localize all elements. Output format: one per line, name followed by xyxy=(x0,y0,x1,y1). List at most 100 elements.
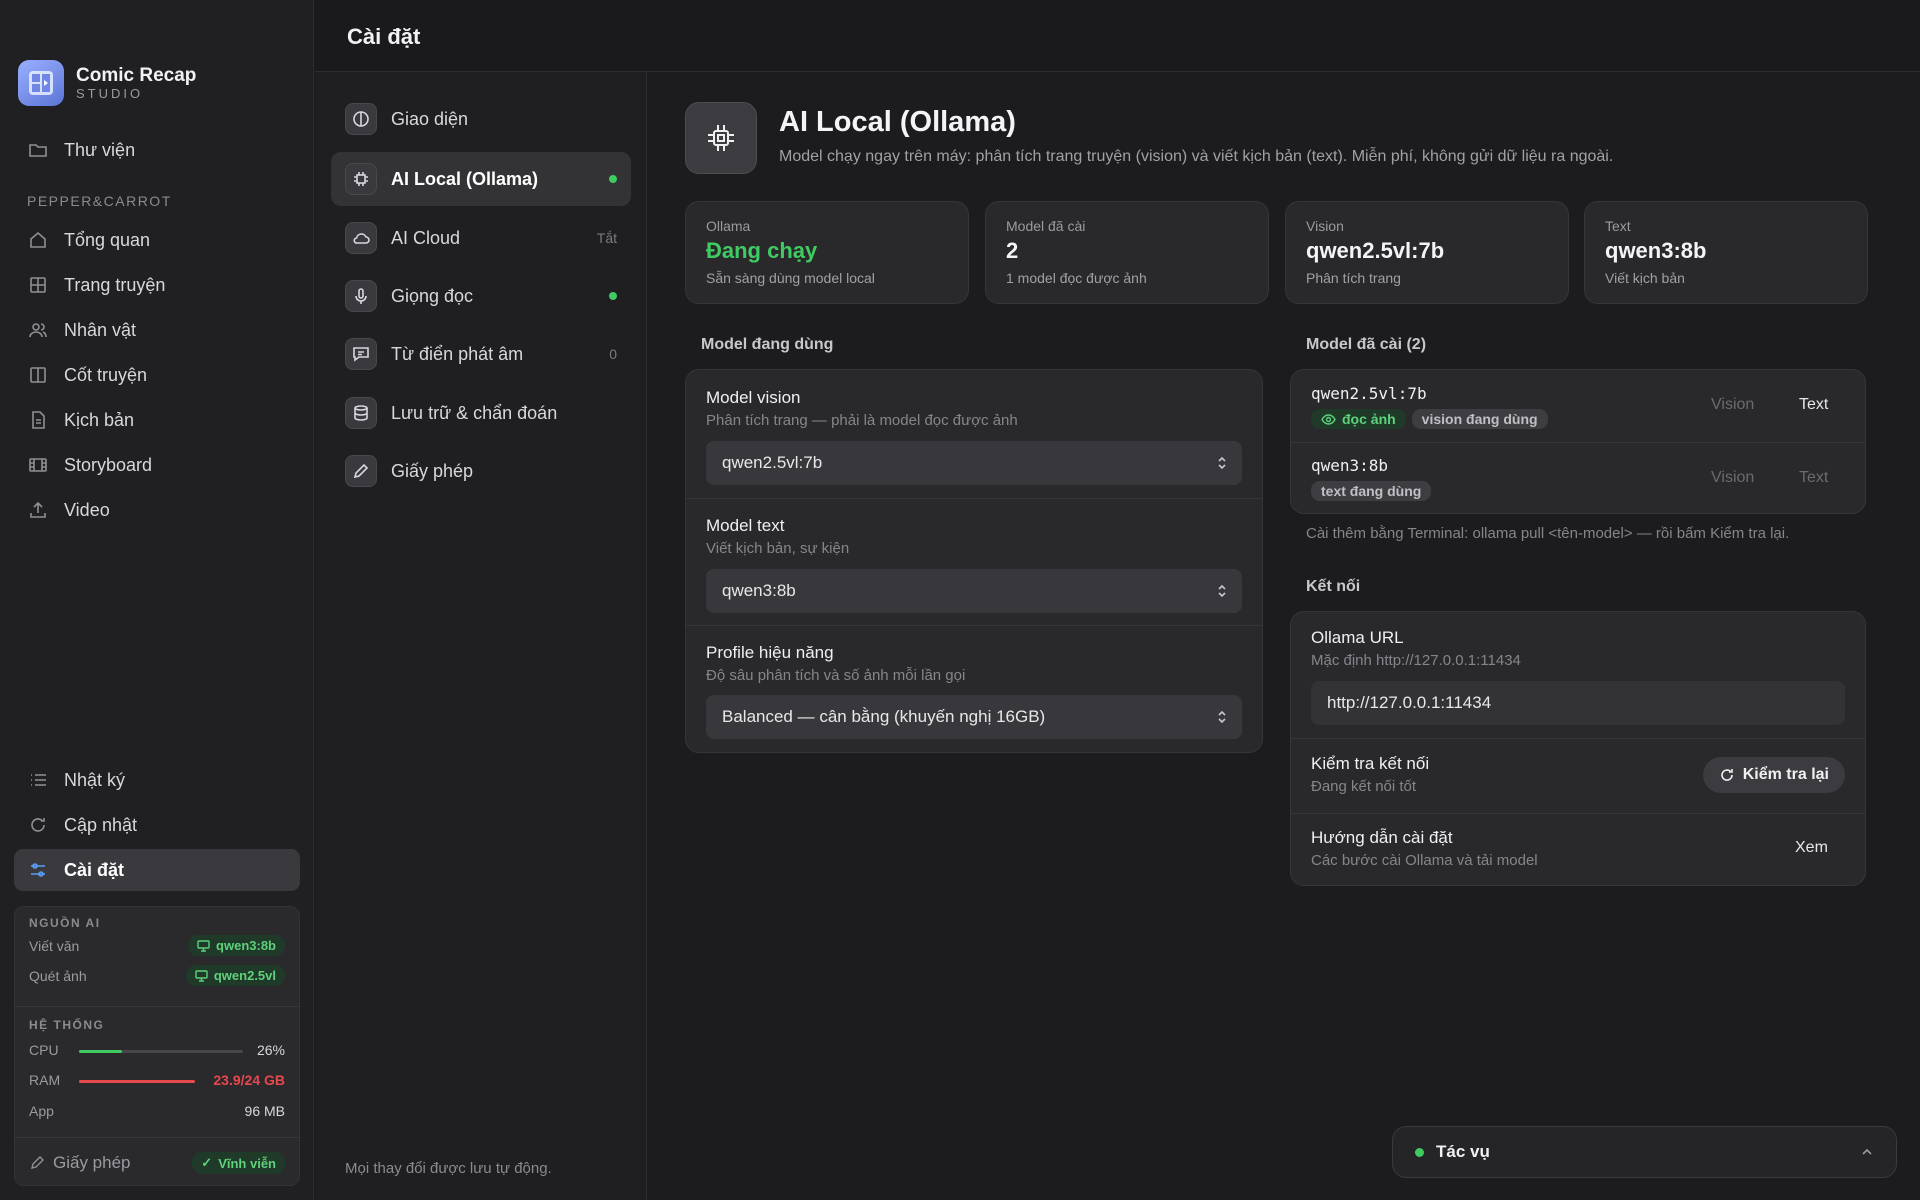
status-panel: NGUỒN AI Viết văn qwen3:8b Quét ảnh qwen… xyxy=(14,906,300,1186)
stat-value: qwen3:8b xyxy=(1605,238,1707,263)
page-title: Cài đặt xyxy=(347,24,421,49)
stat-sub: Sẵn sàng dùng model local xyxy=(706,270,875,286)
list-icon xyxy=(31,774,46,786)
ram-bar-fill xyxy=(79,1080,195,1083)
set-text-button[interactable]: Text xyxy=(1799,396,1828,414)
settings-item-label: AI Cloud xyxy=(391,227,461,248)
scan-model: qwen2.5vl xyxy=(213,968,276,983)
stat-text: Text qwen3:8b Viết kịch bản xyxy=(1584,201,1868,304)
nav-label: Nhật ký xyxy=(64,769,126,790)
pen-icon xyxy=(31,1156,44,1169)
recheck-label: Kiểm tra lại xyxy=(1742,766,1829,783)
nav-pages[interactable]: Trang truyện xyxy=(14,264,300,306)
microphone-icon xyxy=(355,288,367,304)
settings-item-appearance[interactable]: Giao diện xyxy=(331,92,631,146)
monitor-icon xyxy=(197,939,210,952)
settings-item-storage[interactable]: Lưu trữ & chẩn đoán xyxy=(331,386,631,440)
status-dot xyxy=(1415,1147,1424,1157)
license-row[interactable]: Giấy phép ✓ Vĩnh viễn xyxy=(29,1152,285,1174)
cpu-value: 26% xyxy=(256,1042,285,1058)
stat-installed: Model đã cài 2 1 model đọc được ảnh xyxy=(985,201,1269,304)
settings-item-ai-local[interactable]: AI Local (Ollama) xyxy=(331,152,631,206)
vision-model-select[interactable]: qwen2.5vl:7b xyxy=(706,441,1242,485)
profile-value: Balanced — cân bằng (khuyến nghị 16GB) xyxy=(722,707,1046,726)
nav-characters[interactable]: Nhân vật xyxy=(14,309,300,351)
nav-script[interactable]: Kịch bản xyxy=(14,399,300,441)
settings-item-tail: 0 xyxy=(609,346,617,362)
settings-item-label: Giấy phép xyxy=(391,460,474,481)
view-guide-button[interactable]: Xem xyxy=(1795,839,1828,857)
ollama-url-input[interactable]: http://127.0.0.1:11434 xyxy=(1311,681,1845,725)
active-models-heading: Model đang dùng xyxy=(701,336,834,353)
nav-label: Cốt truyện xyxy=(64,364,148,385)
profile-select[interactable]: Balanced — cân bằng (khuyến nghị 16GB) xyxy=(706,695,1242,739)
install-hint: Cài thêm bằng Terminal: ollama pull <tên… xyxy=(1306,525,1790,542)
ollama-url-value: http://127.0.0.1:11434 xyxy=(1327,693,1492,712)
stat-label: Vision xyxy=(1306,218,1344,234)
system-heading: HỆ THỐNG xyxy=(29,1018,105,1032)
tag-label: đọc ảnh xyxy=(1342,411,1396,427)
settings-content: AI Local (Ollama) Model chạy ngay trên m… xyxy=(648,72,1920,1200)
reads-image-tag: đọc ảnh xyxy=(1311,409,1406,429)
write-label: Viết văn xyxy=(29,937,80,954)
model-name: qwen2.5vl:7b xyxy=(1311,384,1427,403)
ram-label: RAM xyxy=(29,1072,61,1088)
license-label: Giấy phép xyxy=(53,1153,131,1172)
set-text-button[interactable]: Text xyxy=(1799,469,1828,487)
text-model-select[interactable]: qwen3:8b xyxy=(706,569,1242,613)
nav-label: Thư viện xyxy=(64,139,136,160)
divider xyxy=(1291,442,1865,443)
eye-icon xyxy=(1321,413,1336,425)
active-models-card: Model vision Phân tích trang — phải là m… xyxy=(685,369,1263,753)
divider xyxy=(15,1006,299,1007)
app-value: 96 MB xyxy=(244,1103,285,1119)
folder-icon xyxy=(29,144,47,157)
ollama-url-title: Ollama URL xyxy=(1311,628,1404,647)
refresh-icon xyxy=(31,818,45,832)
book-icon xyxy=(30,367,46,383)
stat-value: 2 xyxy=(1006,238,1019,263)
tasks-label: Tác vụ xyxy=(1436,1142,1490,1161)
settings-item-label: Lưu trữ & chẩn đoán xyxy=(391,402,558,423)
nav-library[interactable]: Thư viện xyxy=(14,129,300,171)
nav-settings[interactable]: Cài đặt xyxy=(14,849,300,891)
section-title: AI Local (Ollama) xyxy=(779,106,1016,138)
nav-overview[interactable]: Tổng quan xyxy=(14,219,300,261)
settings-item-voice[interactable]: Giọng đọc xyxy=(331,269,631,323)
settings-item-ai-cloud[interactable]: AI Cloud Tắt xyxy=(331,211,631,265)
updown-chevron-icon xyxy=(1218,584,1226,598)
section-description: Model chạy ngay trên máy: phân tích tran… xyxy=(779,148,1614,165)
vision-model-value: qwen2.5vl:7b xyxy=(722,453,823,472)
vision-in-use-tag: vision đang dùng xyxy=(1411,409,1548,429)
settings-item-pronunciation[interactable]: Từ điển phát âm 0 xyxy=(331,327,631,381)
scan-label: Quét ảnh xyxy=(29,967,87,984)
set-vision-button[interactable]: Vision xyxy=(1711,396,1754,414)
connection-card: Ollama URL Mặc định http://127.0.0.1:114… xyxy=(1290,611,1866,886)
app-row: App 96 MB xyxy=(29,1103,285,1119)
vision-model-title: Model vision xyxy=(706,388,801,407)
stat-ollama: Ollama Đang chạy Sẵn sàng dùng model loc… xyxy=(685,201,969,304)
setup-guide-sub: Các bước cài Ollama và tải model xyxy=(1311,852,1538,869)
home-icon xyxy=(30,231,46,248)
nav-plot[interactable]: Cốt truyện xyxy=(14,354,300,396)
settings-item-license[interactable]: Giấy phép xyxy=(331,444,631,498)
contrast-icon xyxy=(353,111,369,127)
stat-label: Model đã cài xyxy=(1006,218,1086,234)
recheck-button[interactable]: Kiểm tra lại xyxy=(1702,757,1845,793)
settings-item-label: Giọng đọc xyxy=(391,285,474,306)
nav-update[interactable]: Cập nhật xyxy=(14,804,300,846)
divider xyxy=(1291,738,1865,739)
brand[interactable]: Comic Recap STUDIO xyxy=(18,60,196,106)
write-model-badge: qwen3:8b xyxy=(188,935,285,956)
nav-log[interactable]: Nhật ký xyxy=(14,759,300,801)
cpu-bar xyxy=(79,1050,243,1053)
nav-video[interactable]: Video xyxy=(14,489,300,531)
set-vision-button[interactable]: Vision xyxy=(1711,469,1754,487)
tasks-panel[interactable]: Tác vụ xyxy=(1392,1126,1897,1178)
nav-storyboard[interactable]: Storyboard xyxy=(14,444,300,486)
status-dot xyxy=(609,175,617,183)
write-model: qwen3:8b xyxy=(216,938,276,953)
film-icon xyxy=(29,458,47,472)
users-icon xyxy=(29,323,47,338)
installed-models-card: qwen2.5vl:7b đọc ảnh vision đang dùng Vi… xyxy=(1290,369,1866,514)
